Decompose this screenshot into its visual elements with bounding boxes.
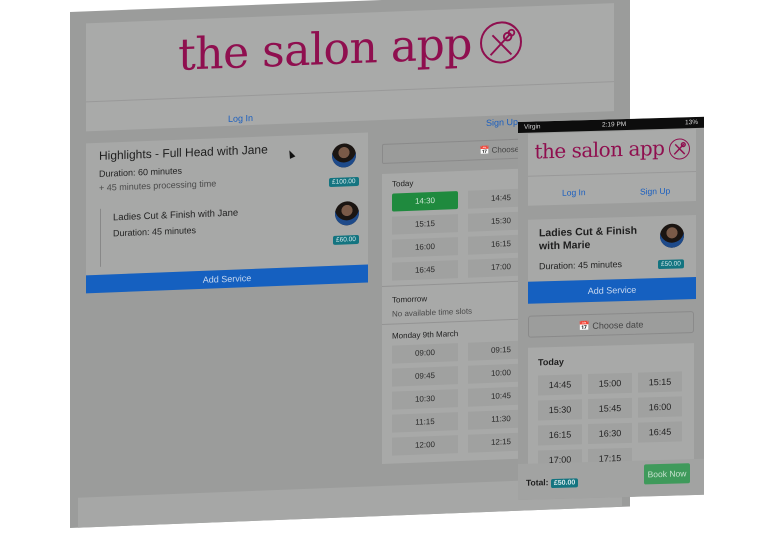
time-slot[interactable]: 15:15	[638, 371, 682, 393]
time-slot[interactable]: 15:45	[588, 397, 632, 420]
time-slot[interactable]: 14:30	[392, 191, 458, 212]
time-slot[interactable]: 11:30	[468, 409, 520, 430]
service-card: Highlights - Full Head with Jane Duratio…	[86, 132, 368, 276]
time-slot[interactable]: 16:45	[638, 421, 682, 443]
divider	[528, 171, 696, 177]
clock: 2:19 PM	[602, 120, 627, 129]
scissors-icon	[479, 20, 522, 64]
time-slot[interactable]: 17:00	[468, 257, 520, 278]
service-title: Ladies Cut & Finish with Marie	[539, 224, 638, 253]
carrier: Virgin	[524, 123, 541, 131]
time-slot[interactable]: 14:45	[468, 188, 520, 209]
no-slots-text: No available time slots	[392, 306, 473, 319]
price-badge: £100.00	[329, 176, 359, 188]
divider	[382, 280, 520, 288]
service-duration: Duration: 45 minutes	[113, 225, 197, 239]
section-today: Today	[392, 178, 414, 189]
time-slot[interactable]: 16:00	[392, 237, 458, 258]
service-title: Highlights - Full Head with Jane	[99, 142, 268, 163]
add-service-button[interactable]: Add Service	[528, 277, 696, 304]
logo[interactable]: the salon app	[528, 135, 696, 164]
time-slot[interactable]: 15:15	[392, 214, 458, 235]
login-link[interactable]: Log In	[228, 113, 253, 124]
service-card: Ladies Cut & Finish with Marie Duration:…	[528, 215, 696, 282]
divider	[86, 81, 614, 103]
choose-date-label: Choose date	[592, 319, 644, 331]
time-slots-panel: Today 14:30 14:45 15:15 15:30 16:00 16:15 16:4…	[382, 168, 520, 465]
section-tomorrow: Tomorrow	[392, 294, 428, 305]
footer: Total: £50.00 Book Now	[518, 458, 704, 500]
logo[interactable]: the salon app	[86, 13, 614, 84]
time-slot[interactable]: 10:30	[392, 389, 458, 410]
time-slot[interactable]: 12:00	[392, 435, 458, 456]
time-slot[interactable]: 16:15	[468, 234, 520, 255]
time-slot[interactable]: 16:30	[588, 422, 632, 445]
time-slot[interactable]: 15:30	[538, 399, 582, 421]
time-slot[interactable]: 09:00	[392, 343, 458, 364]
time-slots-panel: Today 14:45 15:00 15:15 15:30 15:45 16:00 16:1…	[528, 343, 694, 468]
time-slot[interactable]: 09:15	[468, 340, 520, 361]
section-monday: Monday 9th March	[392, 329, 459, 341]
total-label: Total:	[526, 477, 549, 488]
login-link[interactable]: Log In	[562, 187, 586, 198]
phone-screen: Virgin 2:19 PM 13% the salon app Log In …	[518, 116, 704, 500]
header: the salon app Log In Sign Up	[86, 3, 614, 132]
sub-service: Ladies Cut & Finish with Jane Duration: …	[100, 198, 363, 267]
signup-link[interactable]: Sign Up	[486, 117, 518, 128]
time-slot[interactable]: 11:15	[392, 412, 458, 433]
time-slot[interactable]: 16:00	[638, 396, 682, 418]
logo-text: the salon app	[534, 135, 665, 164]
signup-link[interactable]: Sign Up	[640, 186, 670, 197]
service-duration: Duration: 45 minutes	[539, 259, 623, 272]
stylist-avatar	[335, 200, 359, 226]
logo-text: the salon app	[178, 18, 472, 81]
section-today: Today	[538, 356, 564, 368]
price-badge: £60.00	[333, 234, 359, 245]
processing-time: + 45 minutes processing time	[99, 178, 217, 193]
time-slot[interactable]: 16:15	[538, 424, 582, 446]
time-slot[interactable]: 15:00	[588, 372, 632, 395]
service-title: Ladies Cut & Finish with Jane	[113, 207, 239, 224]
stylist-avatar	[660, 223, 684, 249]
time-slot[interactable]: 10:45	[468, 386, 520, 407]
divider	[382, 318, 520, 326]
time-slot[interactable]: 16:45	[392, 260, 458, 281]
scissors-icon	[668, 138, 690, 160]
time-slot[interactable]: 09:45	[392, 366, 458, 387]
service-duration: Duration: 60 minutes	[99, 165, 183, 179]
total: Total: £50.00	[526, 476, 579, 489]
time-slot[interactable]: 12:15	[468, 432, 520, 453]
book-now-button[interactable]: Book Now	[644, 463, 690, 485]
stylist-avatar	[332, 143, 356, 168]
header: the salon app Log In Sign Up	[528, 129, 696, 206]
price-badge: £50.00	[658, 259, 684, 270]
time-slot[interactable]: 15:30	[468, 211, 520, 232]
time-slot[interactable]: 14:45	[538, 374, 582, 396]
total-badge: £50.00	[550, 478, 579, 489]
battery: 13%	[684, 118, 698, 127]
time-slot[interactable]: 10:00	[468, 363, 520, 384]
choose-date-button[interactable]: 📅 Choose date	[528, 311, 694, 338]
